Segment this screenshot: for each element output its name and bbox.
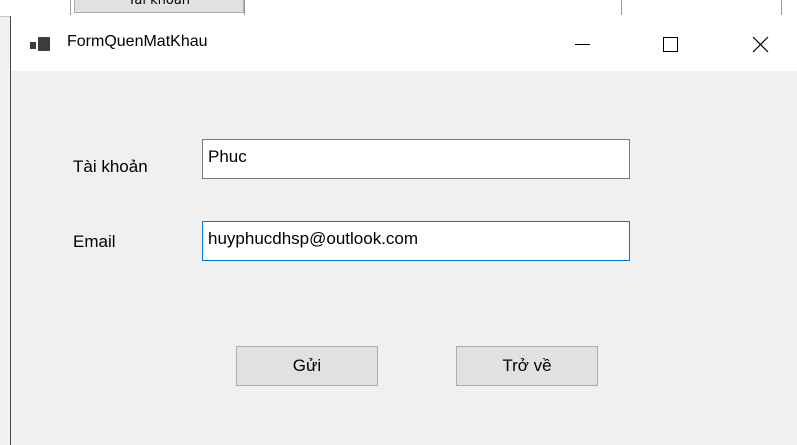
title-bar[interactable]: FormQuenMatKhau: [11, 16, 797, 71]
email-input-value: huyphucdhsp@outlook.com: [208, 229, 419, 248]
window-title: FormQuenMatKhau: [67, 33, 208, 50]
forgot-password-window: FormQuenMatKhau Tài khoản Phuc Email huy…: [10, 16, 797, 445]
background-account-button[interactable]: Tài khoản: [74, 0, 244, 13]
app-icon: [30, 37, 52, 53]
send-button[interactable]: Gửi: [236, 346, 378, 386]
background-divider: [621, 0, 622, 15]
account-input-value: Phuc: [208, 147, 247, 166]
background-divider: [244, 0, 245, 15]
maximize-button[interactable]: [652, 27, 688, 61]
minimize-button[interactable]: [564, 27, 600, 61]
background-window: Tài khoản: [0, 0, 797, 17]
email-input[interactable]: huyphucdhsp@outlook.com: [202, 221, 630, 261]
close-button[interactable]: [742, 27, 778, 61]
account-label: Tài khoản: [73, 157, 148, 176]
back-button[interactable]: Trở về: [456, 346, 598, 386]
account-input[interactable]: Phuc: [202, 139, 630, 179]
email-label: Email: [73, 232, 116, 251]
